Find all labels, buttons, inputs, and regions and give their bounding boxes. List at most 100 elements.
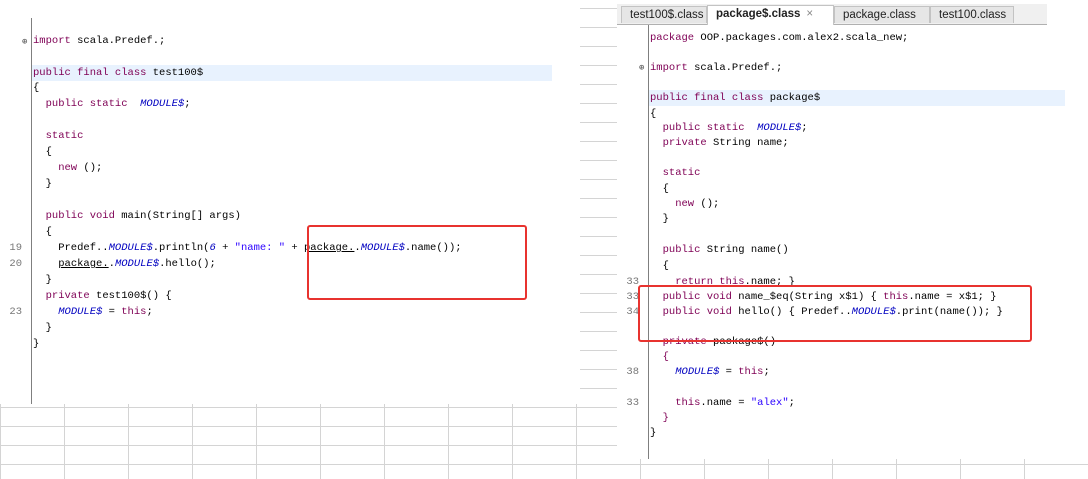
- code-token: Predef..: [33, 242, 109, 254]
- code-line[interactable]: public static MODULE$;: [650, 121, 808, 135]
- code-token: public final class: [33, 67, 147, 79]
- code-token: public static: [650, 122, 745, 134]
- code-line[interactable]: public void main(String[] args): [33, 209, 241, 223]
- code-line[interactable]: static: [33, 129, 84, 143]
- annotation-box-left: [307, 225, 527, 300]
- fold-expand-icon[interactable]: ⊕: [22, 37, 27, 47]
- code-line[interactable]: }: [33, 337, 39, 351]
- code-token: scala.Predef.;: [687, 62, 783, 74]
- code-line[interactable]: public final class test100$: [33, 66, 203, 80]
- code-line[interactable]: {: [650, 107, 656, 121]
- line-number: 34: [626, 306, 639, 318]
- editor-tab-bar: test100$.class package$.class × package.cla…: [617, 4, 1047, 25]
- code-line[interactable]: {: [33, 81, 39, 95]
- tab-label: test100$.class: [630, 9, 704, 21]
- code-token: ;: [184, 98, 191, 110]
- code-token: String name(): [700, 244, 789, 256]
- code-token: public void: [33, 210, 115, 222]
- code-token: "alex": [750, 397, 789, 409]
- line-number: 20: [9, 258, 22, 270]
- code-line[interactable]: {: [650, 259, 669, 273]
- code-line[interactable]: new ();: [33, 161, 102, 175]
- code-token: private: [650, 137, 707, 149]
- code-token: public static: [33, 98, 128, 110]
- code-line[interactable]: package OOP.packages.com.alex2.scala_new…: [650, 31, 908, 45]
- code-line[interactable]: MODULE$ = this;: [33, 305, 153, 319]
- code-line[interactable]: }: [33, 321, 52, 335]
- code-line[interactable]: this.name = "alex";: [650, 396, 795, 410]
- code-token: main(String[] args): [114, 210, 241, 222]
- code-line[interactable]: public final class package$: [650, 91, 820, 105]
- code-token: ;: [146, 306, 153, 318]
- code-line[interactable]: static: [650, 166, 701, 180]
- code-token: MODULE$: [108, 242, 153, 254]
- left-code-editor[interactable]: ⊕ import scala.Predef.; public final clas…: [0, 0, 580, 404]
- code-line[interactable]: private String name;: [650, 136, 789, 150]
- code-token: String name;: [706, 137, 789, 149]
- line-number: 23: [9, 306, 22, 318]
- line-number: 38: [626, 366, 639, 378]
- code-token: static: [650, 167, 701, 179]
- code-token: }: [33, 178, 52, 190]
- code-token: new: [33, 162, 78, 174]
- editor-tab[interactable]: test100.class: [930, 6, 1014, 23]
- code-token: {: [650, 351, 669, 363]
- close-icon[interactable]: ×: [806, 8, 813, 20]
- code-line[interactable]: }: [33, 273, 52, 287]
- code-token: static: [33, 130, 84, 142]
- code-token: import: [33, 35, 71, 47]
- code-token: test100$() {: [89, 290, 172, 302]
- code-line[interactable]: import scala.Predef.;: [650, 61, 782, 75]
- editor-tab[interactable]: test100$.class: [621, 6, 707, 23]
- code-line[interactable]: public String name(): [650, 243, 789, 257]
- code-line[interactable]: {: [650, 350, 669, 364]
- code-line[interactable]: public static MODULE$;: [33, 97, 191, 111]
- code-line[interactable]: }: [33, 177, 52, 191]
- code-token: test100$: [146, 67, 204, 79]
- line-number: 19: [9, 242, 22, 254]
- tab-label: test100.class: [939, 9, 1007, 21]
- code-token: }: [33, 322, 52, 334]
- code-token: {: [650, 260, 669, 272]
- code-token: MODULE$: [58, 306, 103, 318]
- code-line[interactable]: MODULE$ = this;: [650, 365, 770, 379]
- code-token: +: [215, 242, 235, 254]
- editor-tab[interactable]: package.class: [834, 6, 930, 23]
- code-line[interactable]: {: [33, 225, 52, 239]
- code-line[interactable]: package..MODULE$.hello();: [33, 257, 216, 271]
- code-token: this: [650, 397, 701, 409]
- code-line[interactable]: {: [33, 145, 52, 159]
- code-line[interactable]: }: [650, 426, 656, 440]
- code-line[interactable]: {: [650, 182, 669, 196]
- code-token: =: [102, 306, 122, 318]
- code-token: {: [650, 108, 657, 120]
- code-line[interactable]: }: [650, 411, 669, 425]
- code-line[interactable]: private test100$() {: [33, 289, 172, 303]
- annotation-box-right: [638, 285, 1032, 342]
- code-token: public final class: [650, 92, 764, 104]
- code-token: }: [33, 338, 40, 350]
- code-token: ;: [788, 397, 795, 409]
- code-token: .hello();: [159, 258, 216, 270]
- code-token: import: [650, 62, 688, 74]
- code-token: scala.Predef.;: [70, 35, 166, 47]
- code-line[interactable]: new ();: [650, 197, 719, 211]
- editor-tab[interactable]: package$.class ×: [707, 5, 834, 25]
- code-token: private: [33, 290, 90, 302]
- code-line[interactable]: import scala.Predef.;: [33, 34, 165, 48]
- tab-label: package.class: [843, 9, 916, 21]
- code-token: "name: ": [234, 242, 286, 254]
- code-line[interactable]: }: [650, 212, 669, 226]
- code-token: }: [650, 412, 669, 424]
- code-token: MODULE$: [140, 98, 185, 110]
- right-code-editor[interactable]: ⊕ package OOP.packages.com.alex2.scala_n…: [617, 0, 1088, 459]
- code-token: ;: [801, 122, 808, 134]
- code-token: }: [33, 274, 52, 286]
- code-token: package.: [58, 258, 109, 270]
- fold-expand-icon[interactable]: ⊕: [639, 63, 644, 73]
- line-number: 33: [626, 397, 639, 409]
- code-token: MODULE$: [757, 122, 802, 134]
- code-token: =: [719, 366, 739, 378]
